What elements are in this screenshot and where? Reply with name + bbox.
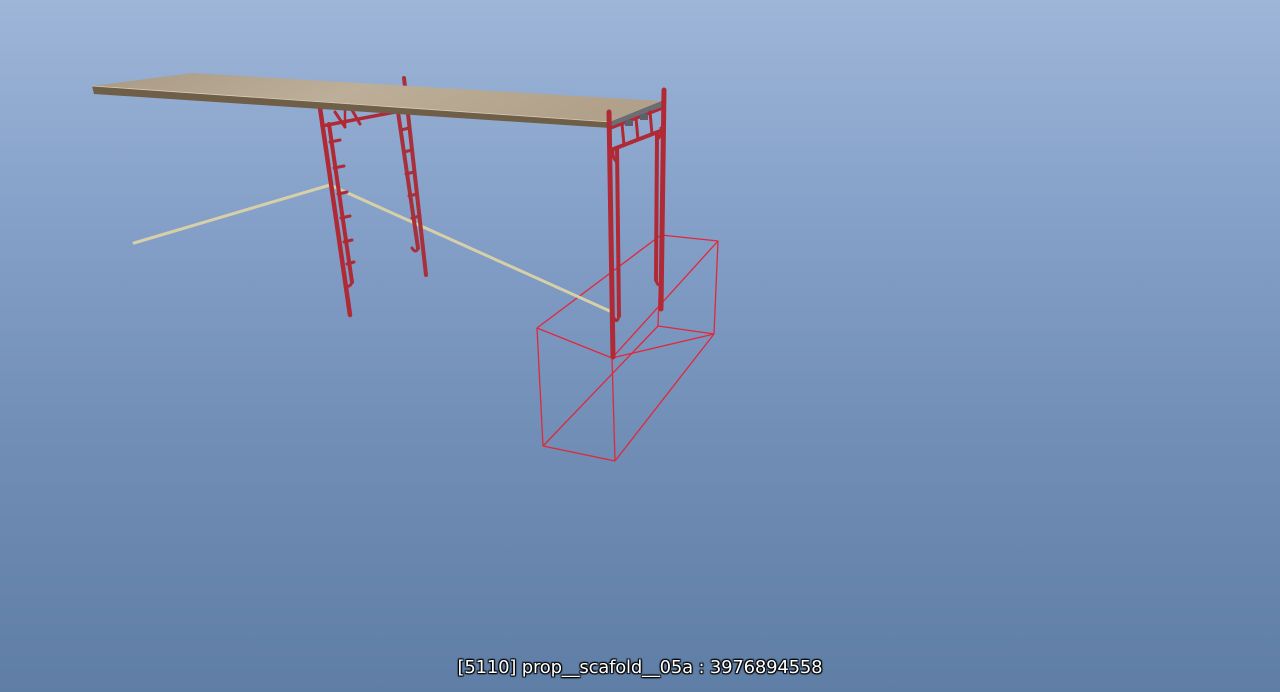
wood-plank <box>91 73 662 128</box>
scene-render <box>91 73 719 462</box>
rope <box>132 183 614 314</box>
scaffold-frame-front-left <box>315 91 397 318</box>
scaffold-frame-right <box>606 87 667 360</box>
3d-viewport[interactable]: [5110] prop__scafold__05a : 3976894558 <box>0 0 1280 692</box>
selected-object-label: [5110] prop__scafold__05a : 3976894558 <box>457 657 823 678</box>
bounding-box <box>536 234 719 462</box>
